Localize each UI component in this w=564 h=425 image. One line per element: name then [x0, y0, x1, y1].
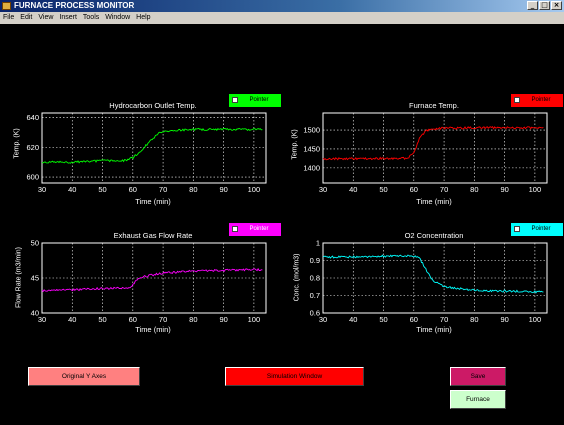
x-tick-label: 40 — [349, 185, 357, 194]
plot1-axes[interactable]: 30 40 50 60 70 80 90 100 600 620 640 — [26, 112, 267, 194]
y-tick-label: 1500 — [303, 126, 320, 135]
x-tick-label: 50 — [379, 185, 387, 194]
x-tick-label: 40 — [68, 315, 76, 324]
plot4-axes[interactable]: 30 40 50 60 70 80 90 100 0.6 0.7 0.8 0.9 1 — [310, 239, 548, 324]
menu-edit[interactable]: Edit — [17, 12, 35, 24]
x-tick-label: 100 — [248, 185, 261, 194]
y-tick-label: 1450 — [303, 144, 320, 153]
y-tick-label: 45 — [31, 274, 39, 283]
plot4-pointer-checkbox[interactable] — [514, 226, 520, 232]
plot1-xlabel: Time (min) — [135, 197, 171, 206]
plot4-xlabel: Time (min) — [416, 325, 452, 334]
plot3-axes[interactable]: 30 40 50 60 70 80 90 100404550 — [31, 239, 267, 324]
plot3-ylabel: Flow Rate (m3/min) — [15, 246, 23, 309]
plot1-ylabel: Temp. (K) — [13, 128, 21, 159]
plot4-ylabel: Conc. (mol/m3) — [293, 253, 301, 302]
x-tick-label: 70 — [159, 315, 167, 324]
y-tick-label: 640 — [26, 113, 39, 122]
app-icon — [2, 2, 11, 10]
y-tick-label: 1400 — [303, 163, 320, 172]
x-tick-label: 40 — [68, 185, 76, 194]
x-tick-label: 100 — [529, 185, 542, 194]
x-tick-label: 50 — [379, 315, 387, 324]
x-tick-label: 40 — [349, 315, 357, 324]
x-tick-label: 60 — [129, 185, 137, 194]
menu-bar: File Edit View Insert Tools Window Help — [0, 12, 564, 24]
plot2-ylabel: Temp. (K) — [291, 129, 299, 160]
x-tick-label: 90 — [219, 315, 227, 324]
plot2-axes[interactable]: 30 40 50 60 70 80 90 100 1400 1450 1500 — [303, 112, 548, 194]
plot3-pointer-label: Pointer — [249, 226, 269, 232]
simulation-window-button[interactable]: Simulation Window — [225, 367, 364, 386]
plot4-pointer-toggle[interactable]: Pointer — [511, 223, 563, 236]
y-tick-label: 40 — [31, 309, 39, 318]
x-tick-label: 90 — [500, 315, 508, 324]
y-tick-label: 0.8 — [310, 274, 320, 283]
y-tick-label: 0.7 — [310, 291, 320, 300]
x-tick-label: 50 — [98, 315, 106, 324]
plot-frame — [41, 112, 267, 184]
x-tick-label: 100 — [529, 315, 542, 324]
menu-insert[interactable]: Insert — [56, 12, 80, 24]
plot-frame — [322, 112, 548, 184]
menu-help[interactable]: Help — [133, 12, 153, 24]
plot2-pointer-checkbox[interactable] — [514, 97, 520, 103]
x-tick-label: 50 — [98, 185, 106, 194]
close-button[interactable]: × — [551, 1, 562, 10]
x-tick-label: 60 — [410, 185, 418, 194]
x-tick-label: 80 — [470, 315, 478, 324]
x-tick-label: 80 — [189, 185, 197, 194]
x-tick-label: 60 — [410, 315, 418, 324]
y-tick-label: 600 — [26, 173, 39, 182]
save-button[interactable]: Save — [450, 367, 506, 386]
menu-tools[interactable]: Tools — [80, 12, 102, 24]
plot3-xlabel: Time (min) — [135, 325, 171, 334]
window-title: FURNACE PROCESS MONITOR — [14, 1, 135, 10]
window-controls: _ □ × — [527, 1, 562, 10]
y-tick-label: 1 — [316, 239, 320, 248]
x-tick-label: 80 — [470, 185, 478, 194]
figure-canvas — [0, 24, 564, 425]
x-tick-label: 30 — [319, 315, 327, 324]
x-tick-label: 70 — [440, 315, 448, 324]
original-y-axes-button[interactable]: Original Y Axes — [28, 367, 140, 386]
plot4-pointer-label: Pointer — [531, 226, 551, 232]
y-tick-label: 0.9 — [310, 256, 320, 265]
x-tick-label: 60 — [129, 315, 137, 324]
y-tick-label: 0.6 — [310, 309, 320, 318]
x-tick-label: 30 — [38, 315, 46, 324]
x-tick-label: 70 — [440, 185, 448, 194]
plot3-pointer-checkbox[interactable] — [232, 226, 238, 232]
x-tick-label: 90 — [500, 185, 508, 194]
plot1-pointer-label: Pointer — [249, 97, 269, 103]
plot2-pointer-toggle[interactable]: Pointer — [511, 94, 563, 107]
menu-view[interactable]: View — [35, 12, 56, 24]
x-tick-label: 70 — [159, 185, 167, 194]
x-tick-label: 30 — [38, 185, 46, 194]
x-tick-label: 80 — [189, 315, 197, 324]
x-tick-label: 90 — [219, 185, 227, 194]
maximize-button[interactable]: □ — [539, 1, 550, 10]
furnace-button[interactable]: Furnace — [450, 390, 506, 409]
y-tick-label: 50 — [31, 239, 39, 248]
x-tick-label: 30 — [319, 185, 327, 194]
menu-file[interactable]: File — [0, 12, 17, 24]
title-bar: FURNACE PROCESS MONITOR _ □ × — [0, 0, 564, 12]
plot1-pointer-toggle[interactable]: Pointer — [229, 94, 281, 107]
y-tick-label: 620 — [26, 143, 39, 152]
plot2-pointer-label: Pointer — [531, 97, 551, 103]
plot1-pointer-checkbox[interactable] — [232, 97, 238, 103]
minimize-button[interactable]: _ — [527, 1, 538, 10]
plot2-xlabel: Time (min) — [416, 197, 452, 206]
x-tick-label: 100 — [248, 315, 261, 324]
plot3-pointer-toggle[interactable]: Pointer — [229, 223, 281, 236]
menu-window[interactable]: Window — [102, 12, 133, 24]
